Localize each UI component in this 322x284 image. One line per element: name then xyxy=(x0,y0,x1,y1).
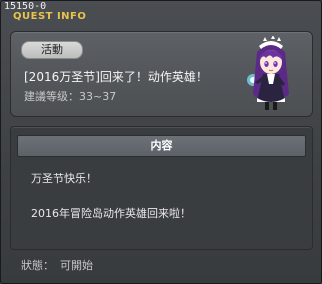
quest-summary-panel: 活動 [2016万圣节]回来了！动作英雄！ 建議等级：33~37 xyxy=(10,31,313,117)
quest-status: 狀態： 可開始 xyxy=(21,259,93,272)
npc-portrait-icon xyxy=(247,36,289,110)
quest-info-window: 15150-0 QUEST INFO 活動 [2016万圣节]回来了！动作英雄！… xyxy=(0,0,322,284)
quest-name: [2016万圣节]回来了！动作英雄！ xyxy=(24,70,208,84)
status-value: 可開始 xyxy=(60,259,93,272)
quest-content-panel: 内容 万圣节快乐！ 2016年冒险岛动作英雄回来啦！ xyxy=(10,126,313,250)
quest-category-badge: 活動 xyxy=(21,41,83,59)
quest-recommended-level: 建議等级：33~37 xyxy=(24,90,117,103)
status-label: 狀態： xyxy=(21,259,54,272)
content-line: 2016年冒险岛动作英雄回来啦！ xyxy=(31,207,191,220)
content-header: 内容 xyxy=(17,135,306,157)
content-line: 万圣节快乐！ xyxy=(31,172,97,185)
window-title: QUEST INFO xyxy=(13,11,87,22)
